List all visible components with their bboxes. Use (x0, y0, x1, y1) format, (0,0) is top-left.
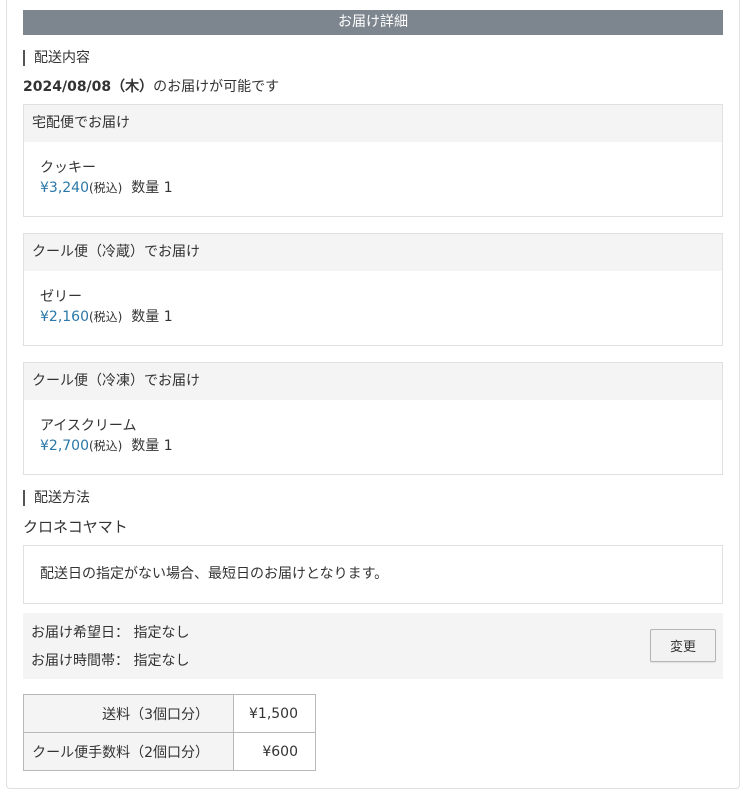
item-name: クッキー (40, 160, 96, 176)
preferred-time-label: お届け時間帯： (31, 653, 129, 669)
panel-title: お届け詳細 (338, 14, 408, 30)
table-row: クール便手数料（2個口分） ¥600 (23, 732, 316, 771)
delivery-note: 配送日の指定がない場合、最短日のお届けとなります。 (40, 566, 389, 582)
quantity-value: 1 (163, 180, 173, 196)
change-button[interactable]: 変更 (650, 629, 716, 662)
carrier-name: クロネコヤマト (23, 518, 128, 536)
shipment-method: クール便（冷蔵）でお届け (24, 234, 722, 271)
preferred-time-row: お届け時間帯： 指定なし (31, 650, 189, 670)
section-label-delivery-method: 配送方法 (23, 490, 90, 506)
section-label-delivery-contents: 配送内容 (23, 50, 90, 66)
item-name: アイスクリーム (40, 418, 137, 434)
preferred-time-value: 指定なし (133, 653, 190, 669)
tax-label: (税込) (89, 439, 123, 453)
delivery-preference-box: お届け希望日： 指定なし お届け時間帯： 指定なし 変更 (23, 613, 723, 679)
shipment-card: 宅配便でお届け クッキー ¥3,240(税込) 数量 1 (23, 104, 723, 217)
item-meta: ¥2,700(税込) 数量 1 (40, 436, 706, 457)
tax-label: (税込) (89, 310, 123, 324)
delivery-date: 2024/08/08（木） (23, 79, 154, 95)
item-price: ¥3,240 (40, 180, 89, 196)
quantity-value: 1 (163, 309, 173, 325)
fee-label: クール便手数料（2個口分） (23, 732, 234, 771)
fee-label: 送料（3個口分） (23, 694, 234, 733)
panel-header: お届け詳細 (23, 10, 723, 35)
item-meta: ¥2,160(税込) 数量 1 (40, 307, 706, 328)
fees-table: 送料（3個口分） ¥1,500 クール便手数料（2個口分） ¥600 (23, 694, 316, 771)
table-row: 送料（3個口分） ¥1,500 (23, 694, 316, 733)
item-price: ¥2,160 (40, 309, 89, 325)
quantity-label: 数量 (131, 180, 160, 196)
quantity-value: 1 (163, 438, 173, 454)
shipment-method: クール便（冷凍）でお届け (24, 363, 722, 400)
fee-value: ¥1,500 (233, 694, 316, 733)
item-price: ¥2,700 (40, 438, 89, 454)
item-name: ゼリー (40, 289, 82, 305)
preferred-date-label: お届け希望日： (31, 625, 129, 641)
quantity-label: 数量 (131, 309, 160, 325)
quantity-label: 数量 (131, 438, 160, 454)
preferred-date-value: 指定なし (133, 625, 190, 641)
delivery-date-suffix: のお届けが可能です (153, 79, 280, 95)
preferred-date-row: お届け希望日： 指定なし (31, 622, 189, 642)
shipment-card: クール便（冷蔵）でお届け ゼリー ¥2,160(税込) 数量 1 (23, 233, 723, 346)
delivery-note-box: 配送日の指定がない場合、最短日のお届けとなります。 (23, 545, 723, 604)
tax-label: (税込) (89, 181, 123, 195)
item-meta: ¥3,240(税込) 数量 1 (40, 178, 706, 199)
shipment-card: クール便（冷凍）でお届け アイスクリーム ¥2,700(税込) 数量 1 (23, 362, 723, 475)
fee-value: ¥600 (233, 732, 316, 771)
shipment-method: 宅配便でお届け (24, 105, 722, 142)
delivery-date-line: 2024/08/08（木）のお届けが可能です (23, 76, 279, 96)
